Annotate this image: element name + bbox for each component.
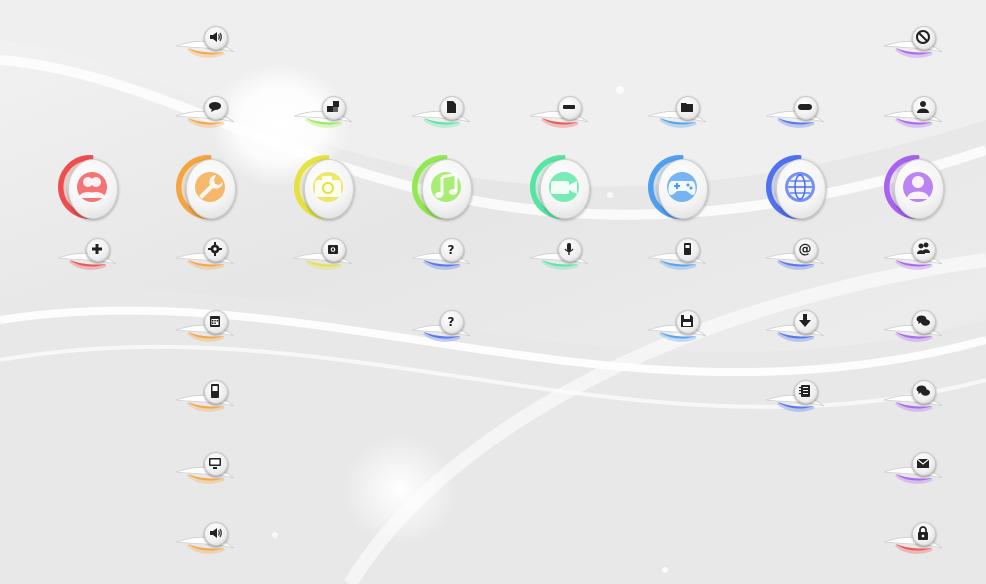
envelope-icon (916, 458, 930, 468)
shortcut-lock[interactable] (882, 522, 946, 556)
svg-text:@: @ (799, 242, 812, 256)
launcher-users[interactable] (58, 155, 122, 221)
shortcut-folder[interactable] (646, 96, 710, 130)
shortcut-gear[interactable] (174, 238, 238, 272)
globe-icon (785, 172, 815, 202)
shortcut-help[interactable]: ? (410, 238, 474, 272)
download-icon (799, 314, 811, 327)
help-icon: ? (448, 315, 455, 328)
shortcut-no-entry[interactable] (882, 26, 946, 60)
shortcut-help[interactable]: ? (410, 310, 474, 344)
chat-bubbles-icon (916, 315, 930, 326)
phone-icon (684, 243, 691, 255)
gear-icon (208, 242, 222, 256)
shortcut-speaker[interactable] (174, 26, 238, 60)
speaker-icon (210, 32, 222, 42)
launcher-account[interactable] (884, 155, 948, 221)
shortcut-calendar[interactable] (174, 310, 238, 344)
chat-bubbles-icon (916, 385, 930, 396)
speaker-icon (210, 528, 222, 538)
calendar-icon (210, 316, 220, 327)
shortcut-puzzle[interactable] (292, 96, 356, 130)
shortcut-chat-bubbles[interactable] (882, 310, 946, 344)
users-icon (77, 172, 107, 202)
puzzle-icon (327, 101, 339, 112)
shortcut-file[interactable] (410, 96, 474, 130)
launcher-settings[interactable] (176, 155, 240, 221)
pill-bar-icon (798, 104, 812, 110)
mobile-icon (211, 384, 219, 398)
shortcut-monitor[interactable] (174, 452, 238, 486)
shortcut-mobile[interactable] (174, 380, 238, 414)
video-camera-icon (549, 172, 579, 202)
notebook-icon (799, 385, 810, 397)
shortcut-plus[interactable] (56, 238, 120, 272)
desktop-wallpaper (0, 0, 986, 584)
chat-bubble-icon (209, 102, 221, 112)
shortcut-add-user[interactable] (882, 96, 946, 130)
group-users-icon (917, 242, 930, 254)
launcher-video[interactable] (530, 155, 594, 221)
microphone-icon (564, 243, 574, 255)
add-user-icon (917, 101, 929, 113)
wrench-icon (195, 172, 225, 202)
shortcut-small-camera[interactable] (292, 238, 356, 272)
monitor-icon (209, 458, 221, 469)
lock-icon (918, 526, 928, 540)
folder-icon (681, 103, 693, 112)
shortcut-envelope[interactable] (882, 452, 946, 486)
file-icon (447, 101, 456, 113)
floppy-disk-icon (681, 315, 693, 327)
shortcut-notebook[interactable] (764, 380, 828, 414)
small-camera-icon (328, 245, 338, 254)
minus-bar-icon (563, 105, 575, 109)
launcher-games[interactable] (648, 155, 712, 221)
at-sign-icon: @ (799, 242, 812, 256)
no-entry-icon (916, 30, 930, 44)
shortcut-floppy-disk[interactable] (646, 310, 710, 344)
help-icon: ? (448, 243, 455, 256)
svg-text:?: ? (448, 315, 455, 328)
shortcut-chat-bubble[interactable] (174, 96, 238, 130)
shortcut-minus-bar[interactable] (528, 96, 592, 130)
camera-icon (313, 172, 343, 202)
user-icon (903, 172, 933, 202)
plus-icon (92, 244, 102, 254)
music-note-icon (431, 172, 461, 202)
shortcut-microphone[interactable] (528, 238, 592, 272)
shortcut-chat-bubbles[interactable] (882, 380, 946, 414)
shortcut-pill-bar[interactable] (764, 96, 828, 130)
shortcut-group-users[interactable] (882, 238, 946, 272)
launcher-internet[interactable] (766, 155, 830, 221)
gamepad-icon (667, 172, 697, 202)
svg-text:?: ? (448, 243, 455, 256)
launcher-music[interactable] (412, 155, 476, 221)
shortcut-download[interactable] (764, 310, 828, 344)
shortcut-at-sign[interactable]: @ (764, 238, 828, 272)
shortcut-speaker[interactable] (174, 522, 238, 556)
launcher-photos[interactable] (294, 155, 358, 221)
shortcut-phone[interactable] (646, 238, 710, 272)
